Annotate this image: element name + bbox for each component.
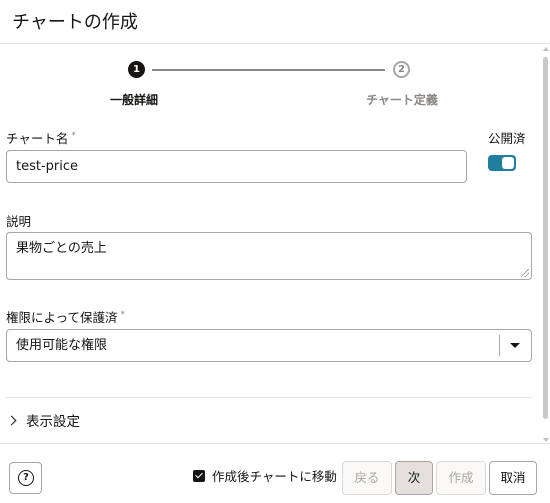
select-separator [499, 335, 500, 356]
chart-name-label: チャート名 * [6, 131, 76, 146]
help-icon: ? [18, 470, 34, 486]
caret-down-icon[interactable] [510, 343, 520, 348]
move-after-create-label[interactable]: 作成後チャートに移動 [212, 466, 337, 485]
dialog-footer: ? 作成後チャートに移動 戻る 次 作成 取消 [0, 443, 550, 503]
description-label: 説明 [6, 214, 32, 229]
published-label: 公開済 [488, 131, 526, 146]
permission-select[interactable]: 使用可能な権限 [6, 329, 532, 362]
dialog-title: チャートの作成 [12, 12, 138, 33]
published-toggle[interactable] [488, 155, 516, 171]
cancel-button[interactable]: 取消 [489, 461, 537, 495]
permission-selected-value: 使用可能な権限 [16, 338, 108, 353]
back-button[interactable]: 戻る [342, 461, 392, 495]
scroll-up-icon[interactable] [543, 47, 549, 51]
section-divider [6, 397, 532, 398]
chart-name-input[interactable]: test-price [6, 150, 467, 183]
resize-grip-icon[interactable] [521, 269, 529, 277]
step-1-label[interactable]: 一般詳細 [110, 91, 158, 108]
vertical-scrollbar[interactable] [540, 45, 550, 443]
move-after-create-option[interactable]: 作成後チャートに移動 [193, 466, 337, 485]
toggle-knob [502, 157, 514, 169]
dialog-header: チャートの作成 [0, 0, 550, 44]
chevron-right-icon [6, 415, 17, 425]
next-button[interactable]: 次 [395, 461, 433, 495]
required-mark: * [120, 310, 126, 320]
scroll-down-icon[interactable] [543, 438, 549, 442]
dialog-body: 1 2 一般詳細 チャート定義 チャート名 * test-price 公開済 説明… [0, 45, 550, 443]
description-textarea[interactable]: 果物ごとの売上 [6, 232, 532, 280]
required-mark: * [71, 131, 76, 141]
step-2-indicator[interactable]: 2 [393, 61, 410, 78]
step-2-label[interactable]: チャート定義 [366, 91, 438, 108]
description-value: 果物ごとの売上 [16, 241, 107, 256]
create-button[interactable]: 作成 [436, 461, 486, 495]
checkbox-checked-icon[interactable] [193, 469, 205, 482]
display-settings-section[interactable]: 表示設定 [6, 409, 80, 431]
display-settings-label: 表示設定 [26, 414, 80, 430]
step-1-indicator[interactable]: 1 [128, 61, 145, 78]
help-button[interactable]: ? [9, 462, 42, 494]
scrollbar-thumb[interactable] [543, 57, 548, 419]
permission-label: 権限によって保護済 * [6, 310, 126, 325]
stepper-connector [152, 69, 385, 71]
